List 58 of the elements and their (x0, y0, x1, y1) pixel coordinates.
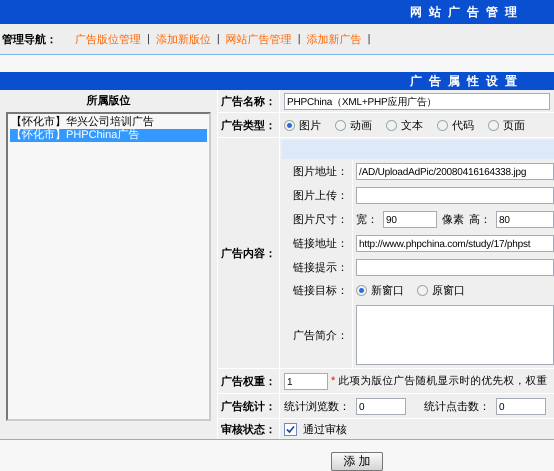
hint-text: 此项为版位广告随机显示时的优先权，权重 (338, 374, 548, 388)
column-heading: 所属版位 (86, 94, 132, 109)
list-item[interactable]: 【怀化市】华兴公司培训广告 (10, 116, 207, 129)
required-mark: * (331, 375, 336, 387)
field-label: 广告权重： (221, 374, 276, 388)
field-label: 链接提示： (293, 260, 348, 275)
views-field[interactable]: 0 (356, 398, 406, 414)
field-label: 统计点击数： (424, 400, 490, 414)
radio-button[interactable] (386, 120, 397, 130)
field-label: 广告内容： (221, 246, 276, 260)
separator: | (368, 33, 370, 45)
radio-button[interactable] (335, 120, 346, 130)
field-label: 链接目标： (293, 284, 348, 298)
field-label: 广告名称： (221, 94, 276, 108)
width-label: 宽： (356, 212, 378, 227)
text-field[interactable] (356, 187, 554, 204)
text-field[interactable]: http://www.phpchina.com/study/17/phpst (356, 235, 554, 252)
field-label: 广告类型： (221, 118, 276, 132)
radio-label: 代码 (452, 118, 474, 132)
radio-label: 页面 (503, 118, 525, 132)
section-bar: 广告属性设置 (0, 72, 554, 90)
clicks-field[interactable]: 0 (496, 398, 546, 414)
placement-list[interactable]: 【怀化市】华兴公司培训广告 【怀化市】PHPChina广告 (6, 112, 211, 421)
radio-label: 原窗口 (432, 284, 465, 298)
radio-button[interactable] (356, 285, 367, 296)
weight-field[interactable]: 1 (284, 372, 328, 390)
text-area[interactable] (356, 305, 554, 365)
radio-button[interactable] (437, 120, 448, 130)
header-bar: 网站广告管理 (0, 0, 554, 24)
height-field[interactable]: 80 (496, 211, 554, 228)
field-label: 广告简介： (293, 328, 348, 342)
field-label: 广告统计： (221, 400, 276, 414)
separator: | (147, 33, 150, 45)
radio-button[interactable] (488, 120, 499, 130)
field-label: 统计浏览数： (284, 400, 350, 414)
nav-label: 管理导航： (2, 32, 57, 46)
radio-button[interactable] (417, 285, 428, 296)
add-button[interactable]: 添 加 (331, 452, 383, 471)
checkbox[interactable] (284, 422, 297, 436)
radio-label: 图片 (299, 118, 321, 132)
field-label: 链接地址： (293, 236, 348, 251)
radio-label: 新窗口 (371, 284, 404, 298)
field-label: 审核状态： (221, 422, 276, 436)
height-label: 高： (469, 212, 491, 227)
separator: | (216, 33, 220, 45)
checkbox-label: 通过审核 (303, 422, 347, 436)
name-field[interactable]: PHPChina（XML+PHP应用广告） (284, 92, 550, 110)
radio-button[interactable] (284, 120, 295, 130)
separator: | (298, 33, 301, 45)
text-field[interactable] (356, 259, 554, 276)
unit-label: 像素 (442, 212, 464, 227)
radio-label: 动画 (350, 118, 372, 132)
text-field[interactable]: /AD/UploadAdPic/20080416164338.jpg (356, 163, 554, 180)
field-label: 图片地址： (293, 165, 348, 179)
radio-label: 文本 (401, 118, 423, 132)
field-label: 图片上传： (293, 189, 348, 203)
field-label: 图片尺寸： (293, 213, 348, 227)
width-field[interactable]: 90 (383, 211, 437, 228)
